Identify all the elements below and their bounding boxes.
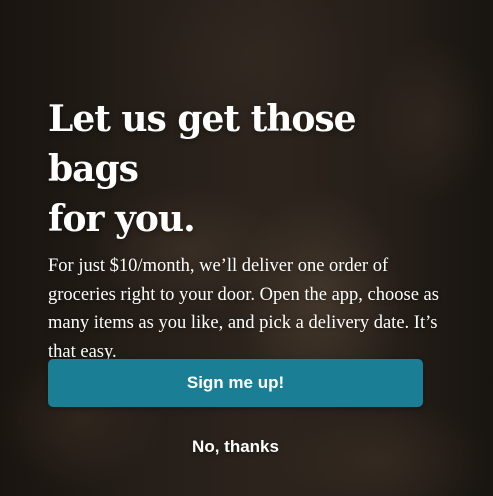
headline: Let us get those bags for you. xyxy=(48,94,448,244)
body-text: For just $10/month, we’ll deliver one or… xyxy=(48,256,439,362)
headline-line-1: Let us get those bags xyxy=(48,98,357,190)
decline-button[interactable]: No, thanks xyxy=(48,432,423,462)
promo-modal: Let us get those bags for you. For just … xyxy=(0,0,493,496)
sign-up-button[interactable]: Sign me up! xyxy=(48,359,423,407)
headline-line-2: for you. xyxy=(48,198,196,240)
modal-content: Let us get those bags for you. For just … xyxy=(48,94,448,366)
